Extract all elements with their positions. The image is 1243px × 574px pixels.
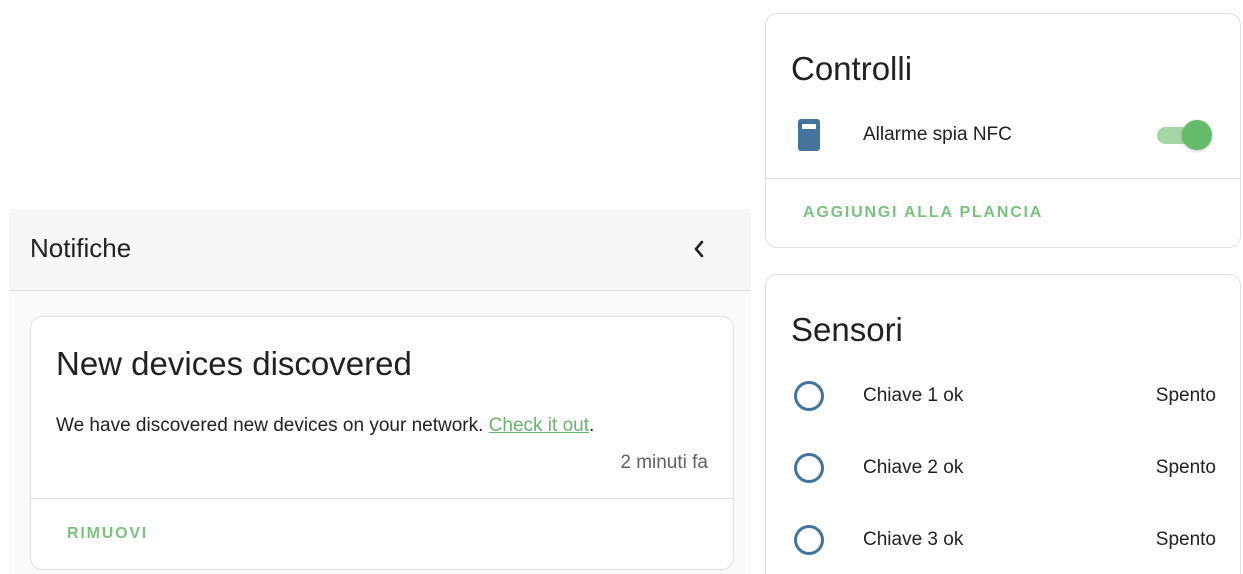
notification-message-text: We have discovered new devices on your n… [56, 415, 489, 436]
sensors-title: Sensori [791, 311, 903, 348]
notification-title: New devices discovered [56, 345, 412, 382]
sensor-name: Chiave 3 ok [863, 529, 964, 550]
sensor-row[interactable]: Chiave 1 ok Spento [766, 376, 1240, 416]
add-to-dashboard-button[interactable]: AGGIUNGI ALLA PLANCIA [803, 204, 1043, 222]
sensor-state: Spento [1155, 385, 1216, 406]
sensor-state: Spento [1155, 529, 1216, 550]
circle-outline-icon [793, 520, 825, 560]
entity-row-nfc-alarm[interactable]: Allarme spia NFC [766, 115, 1240, 155]
card-divider [31, 498, 733, 499]
controls-divider [766, 178, 1240, 179]
notification-message-suffix: . [588, 415, 595, 436]
sensors-card: Sensori Chiave 1 ok Spento Chiave 2 ok S… [765, 274, 1241, 574]
entity-name: Allarme spia NFC [863, 124, 1012, 145]
sensor-name: Chiave 1 ok [863, 385, 964, 406]
sensor-row[interactable]: Chiave 3 ok Spento [766, 520, 1240, 560]
circle-outline-icon [793, 448, 825, 488]
controls-card: Controlli Allarme spia NFC AGGIUNGI ALLA… [765, 13, 1241, 248]
toggle-knob [1182, 120, 1212, 150]
chevron-left-icon [694, 240, 704, 258]
notification-message: We have discovered new devices on your n… [56, 415, 594, 437]
nfc-alarm-toggle[interactable] [1154, 120, 1212, 150]
notification-timestamp: 2 minuti fa [620, 452, 708, 473]
sensor-name: Chiave 2 ok [863, 457, 964, 478]
screen: Notifiche New devices discovered We have… [0, 0, 1243, 574]
sensor-state: Spento [1155, 457, 1216, 478]
notifications-header: Notifiche [9, 209, 751, 291]
check-it-out-link[interactable]: Check it out [489, 415, 589, 436]
nfc-card-icon [793, 115, 825, 155]
notifications-drawer: Notifiche New devices discovered We have… [9, 209, 751, 574]
notification-card: New devices discovered We have discovere… [30, 316, 734, 570]
notifications-title: Notifiche [30, 233, 132, 263]
dismiss-button[interactable]: RIMUOVI [67, 525, 148, 543]
controls-title: Controlli [791, 50, 913, 87]
sensor-row[interactable]: Chiave 2 ok Spento [766, 448, 1240, 488]
collapse-drawer-button[interactable] [683, 233, 715, 265]
circle-outline-icon [793, 376, 825, 416]
